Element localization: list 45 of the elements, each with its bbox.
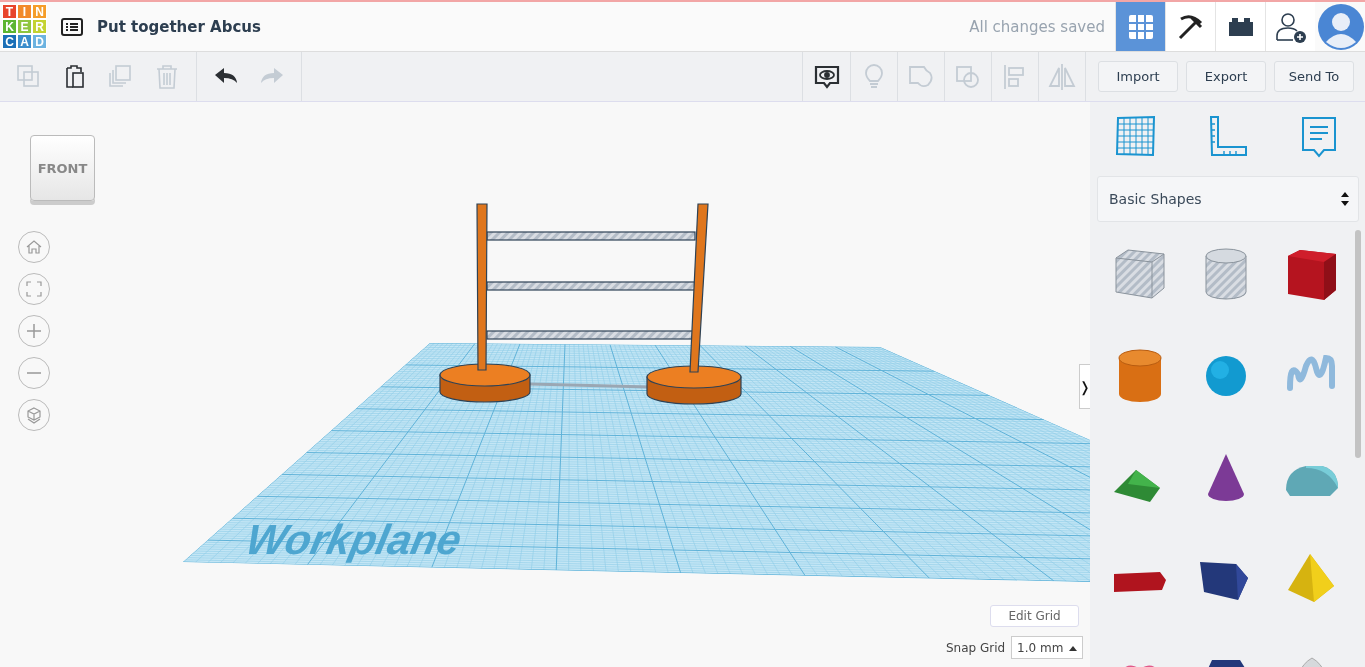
abacus-drawing[interactable] (439, 203, 742, 405)
zoom-out-button[interactable] (18, 357, 50, 389)
edit-grid-button[interactable]: Edit Grid (990, 605, 1079, 627)
duplicate-icon (108, 63, 134, 90)
home-icon (25, 238, 43, 256)
caret-icon (1069, 644, 1078, 651)
design-title[interactable]: Put together Abcus (97, 17, 261, 36)
export-button[interactable]: Export (1186, 61, 1266, 92)
logo-letter: E (17, 19, 32, 34)
save-status: All changes saved (969, 17, 1105, 36)
logo-letter: D (32, 34, 47, 49)
snap-grid-dropdown[interactable]: 1.0 mm (1011, 636, 1084, 659)
shape-category-select[interactable]: Basic Shapes (1097, 176, 1359, 222)
logo-letter: C (2, 34, 17, 49)
panel-toggle[interactable]: ❭ (1079, 364, 1090, 409)
logo-letter: A (17, 34, 32, 49)
logo-letter: I (17, 4, 32, 19)
logo-letter: N (32, 4, 47, 19)
pickaxe-button[interactable] (1165, 2, 1215, 51)
workplane-label: Workplane (242, 516, 466, 563)
plus-icon (25, 322, 43, 340)
list-icon[interactable] (61, 17, 83, 36)
avatar-icon[interactable] (1318, 3, 1364, 50)
home-button[interactable] (18, 231, 50, 263)
brick-button[interactable] (1215, 2, 1265, 51)
brick-icon (1226, 15, 1255, 38)
fit-view-button[interactable] (18, 273, 50, 305)
logo-letter: K (2, 19, 17, 34)
up-down-caret-icon (1340, 191, 1350, 207)
fit-icon (25, 280, 43, 298)
send-to-button[interactable]: Send To (1274, 61, 1354, 92)
logo-letter: R (32, 19, 47, 34)
trash-icon (154, 63, 180, 90)
import-button[interactable]: Import (1098, 61, 1178, 92)
grid-icon (1127, 13, 1154, 40)
cube-icon (25, 406, 43, 424)
invite-user-button[interactable] (1265, 2, 1315, 51)
copy-icon (16, 63, 42, 90)
perspective-button[interactable] (18, 399, 50, 431)
logo-letter: T (2, 4, 17, 19)
minus-icon (25, 372, 43, 374)
snap-grid-label: Snap Grid (946, 640, 1006, 655)
zoom-in-button[interactable] (18, 315, 50, 347)
tinkercad-logo[interactable]: T I N K E R C A D (2, 4, 47, 49)
mirror-icon (1047, 62, 1076, 91)
